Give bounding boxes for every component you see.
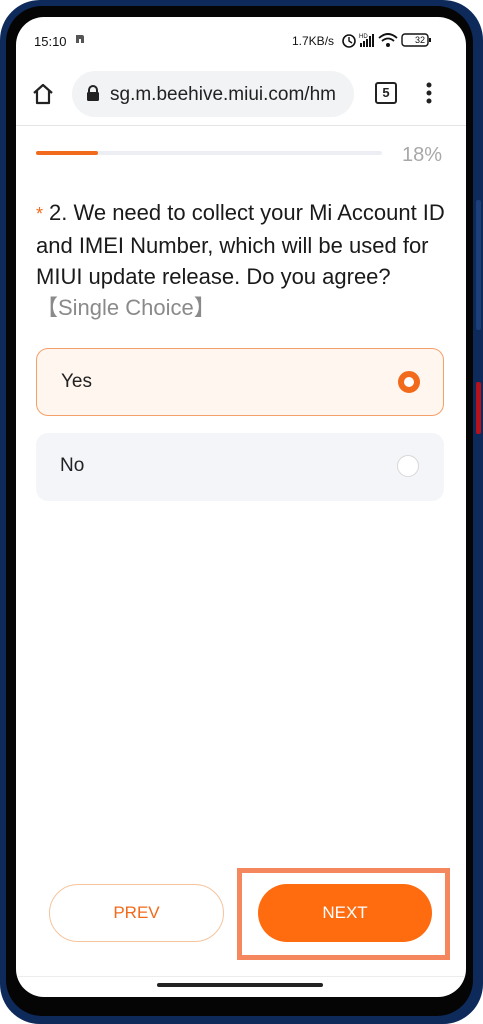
prev-button[interactable]: PREV [49,884,224,942]
bottom-divider [16,976,466,977]
progress-fill [36,151,99,155]
choice-type-tag: 【Single Choice】 [36,295,216,320]
required-marker: * [36,204,44,224]
lock-icon [87,85,99,101]
home-indicator[interactable] [157,983,323,987]
option-yes[interactable]: Yes [36,348,444,416]
alarm-icon [342,34,356,48]
side-button [476,200,481,330]
next-highlight-box [237,868,450,960]
signal-icon: HD [359,34,374,47]
tabs-button[interactable]: 5 [375,82,397,104]
url-text[interactable]: sg.m.beehive.miui.com/hm [110,84,350,106]
status-bar: 15:10 1.7KB/s HD 32 [16,17,466,61]
network-speed: 1.7KB/s [292,34,335,48]
notification-icon [76,35,84,43]
home-icon[interactable] [30,81,56,107]
option-no[interactable]: No [36,433,444,501]
side-button-red [476,382,481,434]
browser-toolbar: sg.m.beehive.miui.com/hm 5 [16,69,466,125]
option-label: Yes [61,371,92,392]
battery-level: 32 [414,35,425,45]
more-vert-icon[interactable] [426,82,432,104]
wifi-icon [378,33,398,47]
progress-label: 18% [402,144,443,166]
question-text: 2. We need to collect your Mi Account ID… [36,200,445,289]
status-time: 15:10 [34,34,67,49]
progress-bar [36,151,382,155]
radio-button[interactable] [398,371,420,393]
address-bar[interactable]: sg.m.beehive.miui.com/hm [72,71,354,117]
screen: 15:10 1.7KB/s HD 32 sg.m.beehive.miui.co… [16,17,466,997]
status-icons: HD [342,33,431,48]
toolbar-divider [16,125,466,126]
radio-button[interactable] [397,455,419,477]
option-label: No [60,455,85,476]
question: * 2. We need to collect your Mi Account I… [36,197,446,323]
